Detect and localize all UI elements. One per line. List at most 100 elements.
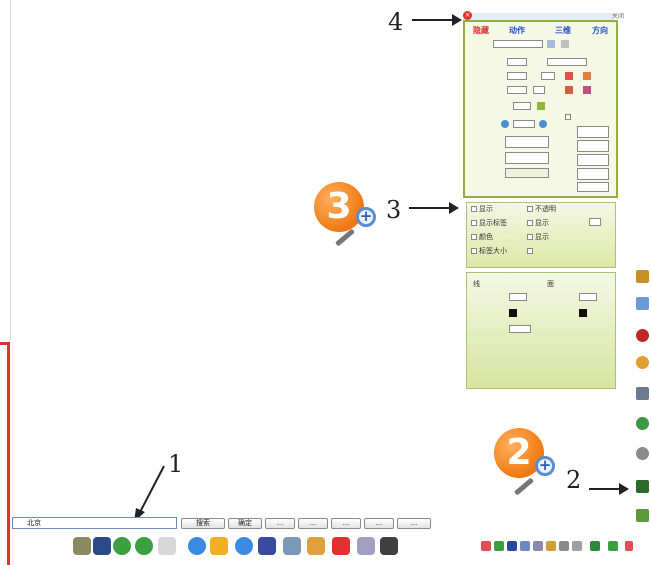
- color-icon[interactable]: [537, 102, 545, 110]
- tree-icon[interactable]: [590, 541, 600, 551]
- option-label: 显示: [535, 219, 549, 227]
- arrow-icon[interactable]: [561, 40, 569, 48]
- annotation-arrow-3: [409, 202, 459, 214]
- marker-icon[interactable]: [307, 537, 325, 555]
- play-icon[interactable]: [481, 541, 491, 551]
- checkbox-label[interactable]: [471, 220, 477, 226]
- field-row8[interactable]: [505, 152, 549, 164]
- refresh-icon[interactable]: [158, 537, 176, 555]
- tab-hide[interactable]: 隐藏: [473, 25, 489, 36]
- side-field-3[interactable]: [577, 154, 609, 166]
- side-field-5[interactable]: [577, 182, 609, 192]
- ruler-icon[interactable]: [283, 537, 301, 555]
- field-row6[interactable]: [513, 120, 535, 128]
- cube-icon[interactable]: [636, 509, 649, 522]
- settings-icon[interactable]: [73, 537, 91, 555]
- field-row2b[interactable]: [547, 58, 587, 66]
- field-row5[interactable]: [513, 102, 531, 110]
- tab-3d[interactable]: 三维: [555, 25, 571, 36]
- locate-icon[interactable]: [235, 537, 253, 555]
- tab-direction[interactable]: 方向: [592, 25, 608, 36]
- checkbox-show3[interactable]: [527, 234, 533, 240]
- annotation-label-1: 1: [168, 450, 184, 478]
- checkbox-extra[interactable]: [527, 248, 533, 254]
- side-field-2[interactable]: [577, 140, 609, 152]
- side-field-1[interactable]: [577, 126, 609, 138]
- close-icon[interactable]: ×: [463, 11, 472, 20]
- face-color-swatch[interactable]: [579, 309, 587, 317]
- add-icon[interactable]: [210, 537, 228, 555]
- trash-icon[interactable]: [380, 537, 398, 555]
- globe-icon[interactable]: [636, 417, 649, 430]
- map-icon[interactable]: [636, 270, 649, 283]
- draw-icon[interactable]: [357, 537, 375, 555]
- help-icon[interactable]: [636, 329, 649, 342]
- person-icon[interactable]: [636, 356, 649, 369]
- camera-icon[interactable]: [546, 541, 556, 551]
- person-icon[interactable]: [494, 541, 504, 551]
- field-row3a[interactable]: [507, 72, 527, 80]
- style-panel: 线 面: [466, 272, 616, 389]
- photo-icon[interactable]: [258, 537, 276, 555]
- face-width-field[interactable]: [579, 293, 597, 301]
- back-icon[interactable]: [113, 537, 131, 555]
- field-row9[interactable]: [505, 168, 549, 178]
- chart-icon[interactable]: [507, 541, 517, 551]
- image-icon[interactable]: [547, 40, 555, 48]
- line-color-swatch[interactable]: [509, 309, 517, 317]
- marker-icon[interactable]: [625, 541, 633, 551]
- tool-icon[interactable]: [565, 86, 573, 94]
- option-button-5[interactable]: ...: [397, 518, 431, 529]
- option-label: 标签大小: [479, 247, 507, 255]
- search-input[interactable]: 北京: [12, 517, 177, 529]
- checkbox-opaque[interactable]: [527, 206, 533, 212]
- search-button[interactable]: 搜索: [181, 518, 225, 529]
- option-label: 不透明: [535, 205, 556, 213]
- share-icon[interactable]: [572, 541, 582, 551]
- film-icon[interactable]: [636, 387, 649, 400]
- confirm-button[interactable]: 确定: [228, 518, 262, 529]
- info-icon[interactable]: [188, 537, 206, 555]
- close-label[interactable]: 关闭: [612, 11, 624, 20]
- option-button-1[interactable]: ...: [265, 518, 295, 529]
- annotation-label-4: 4: [388, 8, 404, 36]
- annotation-arrow-2: [589, 483, 629, 495]
- minus-icon[interactable]: [501, 120, 509, 128]
- copy-icon[interactable]: [559, 541, 569, 551]
- camera-icon[interactable]: [636, 447, 649, 460]
- option-button-2[interactable]: ...: [298, 518, 328, 529]
- option-size-field[interactable]: [589, 218, 601, 226]
- annotation-arrow-4: [412, 14, 462, 26]
- line-opacity-field[interactable]: [509, 325, 531, 333]
- checkbox-color[interactable]: [471, 234, 477, 240]
- option-button-3[interactable]: ...: [331, 518, 361, 529]
- tree-icon[interactable]: [608, 541, 618, 551]
- option-label: 显示: [479, 205, 493, 213]
- field-row3b[interactable]: [541, 72, 555, 80]
- edit-icon[interactable]: [583, 72, 591, 80]
- forward-icon[interactable]: [135, 537, 153, 555]
- layers-icon[interactable]: [520, 541, 530, 551]
- road-sign-icon[interactable]: [636, 297, 649, 310]
- field-row4b[interactable]: [533, 86, 545, 94]
- select-icon[interactable]: [533, 541, 543, 551]
- annotation-label-3: 3: [386, 196, 402, 224]
- field-row2a[interactable]: [507, 58, 527, 66]
- field-row1[interactable]: [493, 40, 543, 48]
- field-row7[interactable]: [505, 136, 549, 148]
- option-button-4[interactable]: ...: [364, 518, 394, 529]
- measure-icon[interactable]: [636, 480, 649, 493]
- side-field-4[interactable]: [577, 168, 609, 180]
- line-width-field[interactable]: [509, 293, 527, 301]
- checkbox-size[interactable]: [471, 248, 477, 254]
- style-icon[interactable]: [583, 86, 591, 94]
- plus-icon[interactable]: [539, 120, 547, 128]
- delete-icon[interactable]: [565, 72, 573, 80]
- field-row4a[interactable]: [507, 86, 527, 94]
- pencil-icon[interactable]: [332, 537, 350, 555]
- checkbox-show[interactable]: [471, 206, 477, 212]
- checkbox-show2[interactable]: [527, 220, 533, 226]
- tab-action[interactable]: 动作: [509, 25, 525, 36]
- checkbox-option[interactable]: [565, 114, 571, 120]
- grid-icon[interactable]: [93, 537, 111, 555]
